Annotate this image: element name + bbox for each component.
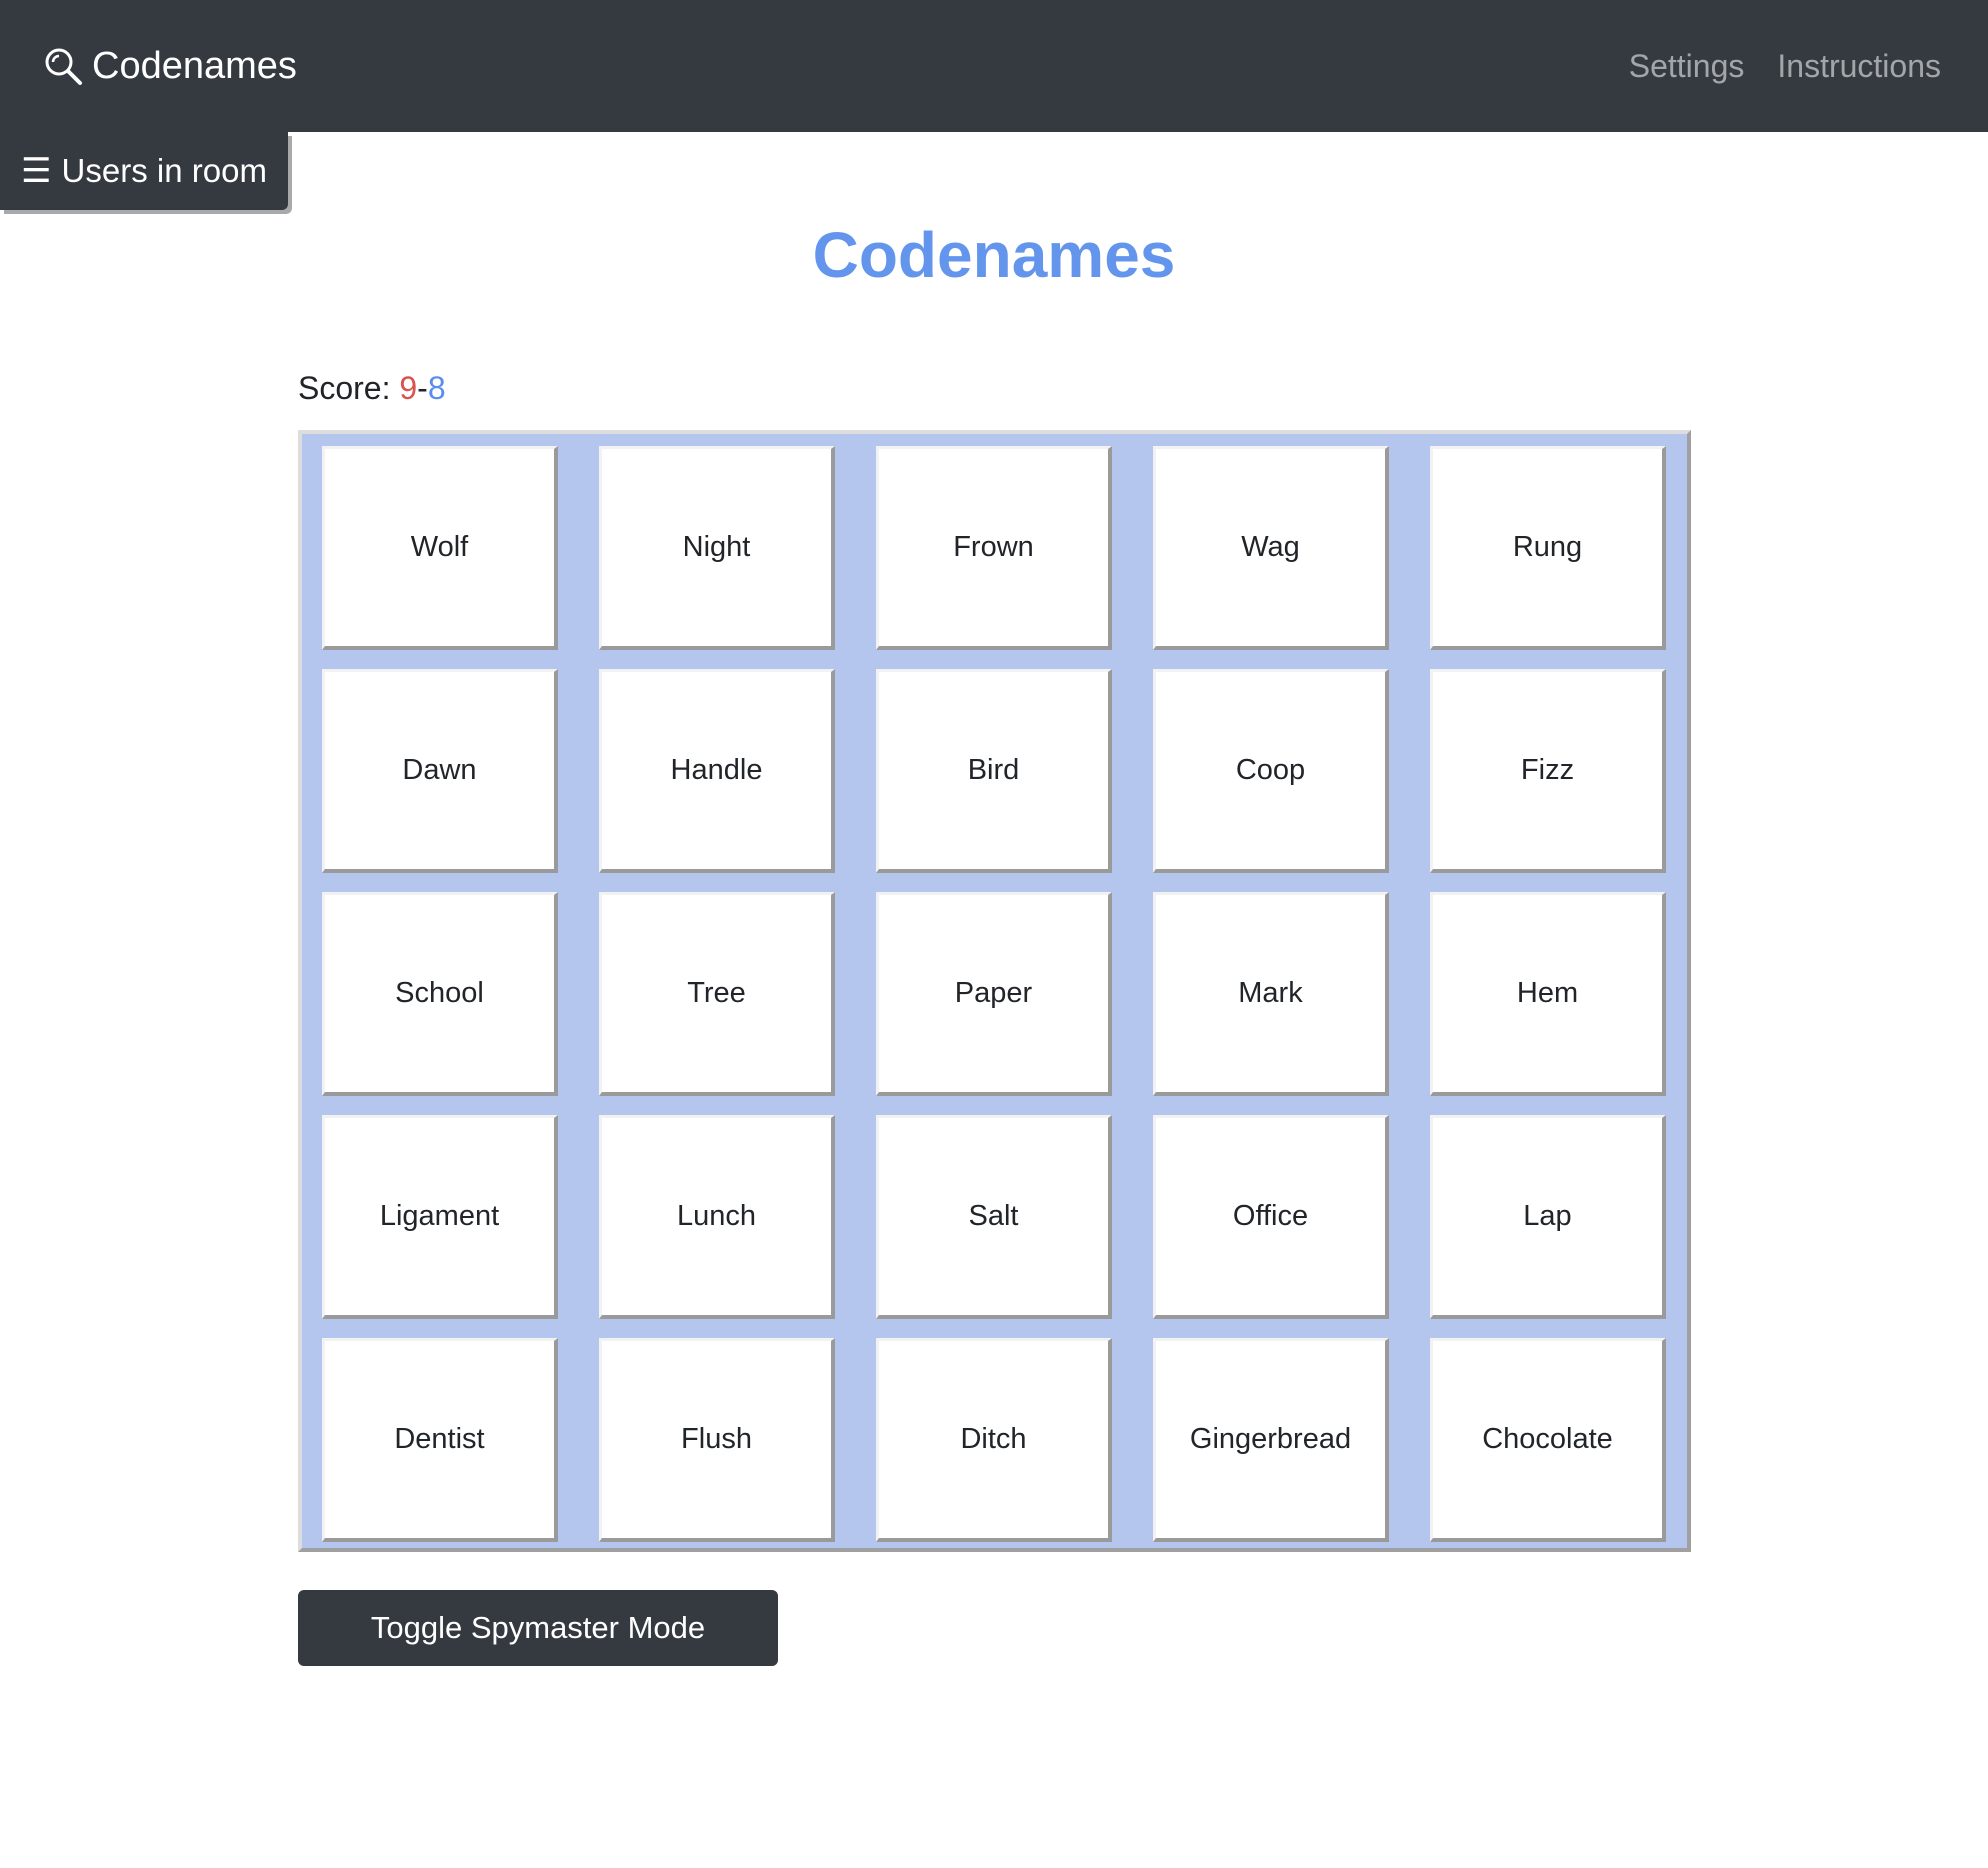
score-label: Score: (298, 370, 391, 406)
word-card-hem[interactable]: Hem (1430, 892, 1666, 1096)
word-card-chocolate[interactable]: Chocolate (1430, 1338, 1666, 1542)
word-card-flush[interactable]: Flush (599, 1338, 835, 1542)
word-card-coop[interactable]: Coop (1153, 669, 1389, 873)
users-in-room-button[interactable]: ☰ Users in room (0, 132, 288, 210)
word-card-dawn[interactable]: Dawn (322, 669, 558, 873)
word-card-office[interactable]: Office (1153, 1115, 1389, 1319)
magnifying-glass-icon (42, 45, 84, 87)
word-card-dentist[interactable]: Dentist (322, 1338, 558, 1542)
hamburger-menu-icon: ☰ (21, 152, 52, 190)
word-card-ditch[interactable]: Ditch (876, 1338, 1112, 1542)
word-card-salt[interactable]: Salt (876, 1115, 1112, 1319)
word-card-paper[interactable]: Paper (876, 892, 1112, 1096)
word-card-wag[interactable]: Wag (1153, 446, 1389, 650)
score-red: 9 (399, 370, 418, 406)
word-card-handle[interactable]: Handle (599, 669, 835, 873)
word-card-tree[interactable]: Tree (599, 892, 835, 1096)
nav-links: Settings Instructions (1629, 0, 1941, 132)
brand-label: Codenames (92, 44, 297, 87)
word-card-ligament[interactable]: Ligament (322, 1115, 558, 1319)
word-card-school[interactable]: School (322, 892, 558, 1096)
toggle-spymaster-button[interactable]: Toggle Spymaster Mode (298, 1590, 778, 1666)
brand-link[interactable]: Codenames (42, 0, 297, 132)
word-card-wolf[interactable]: Wolf (322, 446, 558, 650)
score-separator: - (417, 370, 428, 406)
users-in-room-label: Users in room (61, 152, 267, 189)
navbar: Codenames Settings Instructions (0, 0, 1988, 132)
page-title: Codenames (812, 219, 1176, 291)
word-card-fizz[interactable]: Fizz (1430, 669, 1666, 873)
word-card-rung[interactable]: Rung (1430, 446, 1666, 650)
nav-link-instructions[interactable]: Instructions (1777, 48, 1941, 85)
word-card-lunch[interactable]: Lunch (599, 1115, 835, 1319)
word-card-lap[interactable]: Lap (1430, 1115, 1666, 1319)
game-board: Wolf Night Frown Wag Rung Dawn Handle Bird Coop F… (298, 430, 1691, 1552)
word-card-bird[interactable]: Bird (876, 669, 1112, 873)
nav-link-settings[interactable]: Settings (1629, 48, 1745, 85)
word-card-frown[interactable]: Frown (876, 446, 1112, 650)
score: Score: 9-8 (298, 370, 446, 407)
score-blue: 8 (427, 370, 446, 406)
word-card-night[interactable]: Night (599, 446, 835, 650)
word-card-gingerbread[interactable]: Gingerbread (1153, 1338, 1389, 1542)
word-card-mark[interactable]: Mark (1153, 892, 1389, 1096)
